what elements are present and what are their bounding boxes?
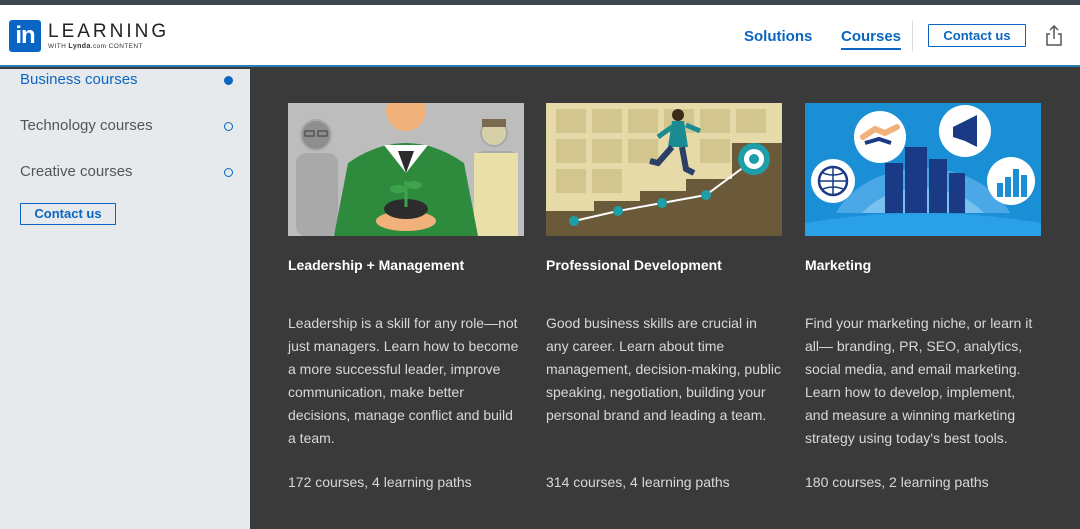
- inactive-dot-icon: [224, 122, 233, 131]
- card-title: Professional Development: [546, 257, 722, 273]
- card-title: Marketing: [805, 257, 872, 273]
- nav-solutions[interactable]: Solutions: [744, 5, 812, 67]
- header: in LEARNING WITH Lynda.com CONTENT Solut…: [0, 5, 1080, 67]
- logo-sub: WITH Lynda.com CONTENT: [48, 42, 143, 50]
- contact-us-button[interactable]: Contact us: [928, 24, 1026, 47]
- professional-illustration: [546, 103, 782, 236]
- sidebar-item-creative[interactable]: Creative courses: [20, 163, 240, 180]
- logo-word: LEARNING: [48, 20, 170, 42]
- card-description: Find your marketing niche, or learn it a…: [805, 315, 1033, 446]
- card-meta: 172 courses, 4 learning paths: [288, 474, 472, 490]
- card-meta: 314 courses, 4 learning paths: [546, 474, 730, 490]
- active-dot-icon: [224, 76, 233, 85]
- sidebar-contact-button[interactable]: Contact us: [20, 203, 116, 225]
- logo[interactable]: in LEARNING WITH Lynda.com CONTENT: [9, 20, 169, 52]
- sidebar-item-technology[interactable]: Technology courses: [20, 117, 240, 134]
- sidebar-item-business[interactable]: Business courses: [20, 71, 240, 88]
- marketing-illustration: [805, 103, 1041, 318]
- leadership-illustration: [288, 91, 524, 236]
- sidebar: Business courses Technology courses Crea…: [0, 69, 250, 529]
- inactive-dot-icon: [224, 168, 233, 177]
- course-card-professional[interactable]: Professional Development Good business s…: [546, 103, 782, 490]
- card-description: Leadership is a skill for any role—not j…: [288, 315, 519, 446]
- share-icon[interactable]: [1044, 25, 1064, 47]
- card-title: Leadership + Management: [288, 257, 465, 273]
- card-meta: 180 courses, 2 learning paths: [805, 474, 989, 490]
- course-card-leadership[interactable]: Leadership + Management Leadership is a …: [288, 91, 524, 490]
- card-description: Good business skills are crucial in any …: [546, 315, 782, 423]
- nav-divider: [912, 20, 913, 52]
- nav-courses[interactable]: Courses: [841, 5, 902, 67]
- course-card-marketing[interactable]: Marketing Find your marketing niche, or …: [805, 103, 1041, 490]
- linkedin-logo-icon: in: [9, 20, 41, 52]
